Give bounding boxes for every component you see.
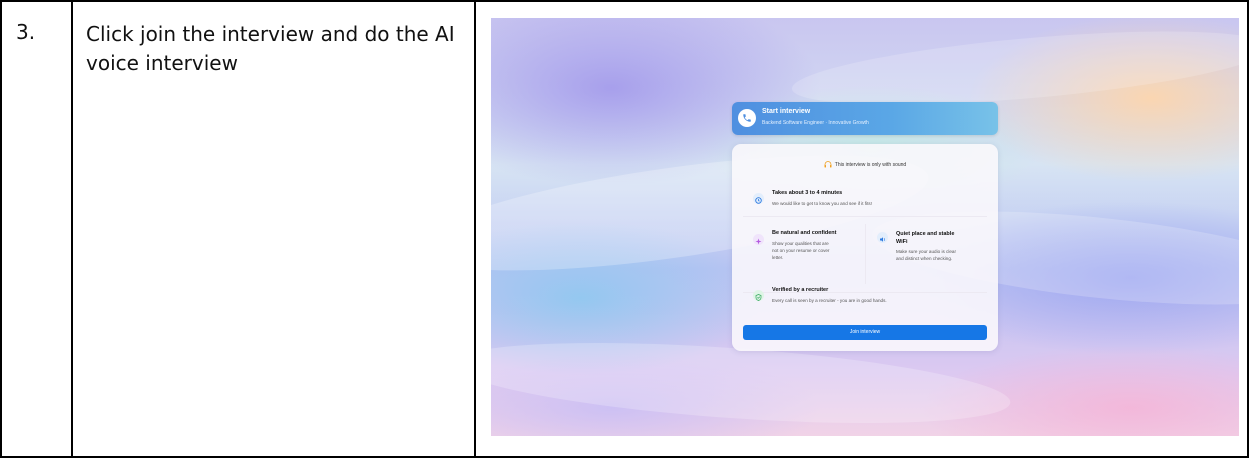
quiet-title-line: WiFi bbox=[896, 239, 908, 245]
start-interview-header: Start interview Backend Software Enginee… bbox=[732, 102, 998, 135]
speaker-icon bbox=[877, 232, 888, 243]
interview-info-card: This interview is only with sound Takes … bbox=[732, 144, 998, 351]
clock-icon bbox=[753, 193, 764, 204]
sound-note: This interview is only with sound bbox=[732, 161, 998, 168]
header-subtitle: Backend Software Engineer · Innovative G… bbox=[762, 120, 869, 126]
natural-title: Be natural and confident bbox=[772, 230, 837, 236]
header-title: Start interview bbox=[762, 108, 811, 115]
column-divider-1 bbox=[71, 0, 73, 458]
natural-text-line: Show your qualities that are bbox=[772, 241, 829, 246]
quiet-title: Quiet place and stable WiFi bbox=[896, 230, 954, 246]
step-number: 3. bbox=[16, 20, 36, 44]
table-border-left bbox=[0, 0, 2, 458]
phone-icon bbox=[738, 109, 756, 127]
verified-title: Verified by a recruiter bbox=[772, 287, 829, 293]
quiet-text: Make sure your audio is clear and distin… bbox=[896, 248, 956, 262]
quiet-text-line: and distinct when checking. bbox=[896, 256, 953, 261]
interview-screenshot: Start interview Backend Software Enginee… bbox=[491, 18, 1239, 436]
quiet-title-line: Quiet place and stable bbox=[896, 231, 955, 237]
sound-note-text: This interview is only with sound bbox=[834, 161, 907, 168]
quiet-text-line: Make sure your audio is clear bbox=[896, 249, 957, 254]
natural-text: Show your qualities that are not on your… bbox=[772, 240, 829, 261]
step-instruction: Click join the interview and do the AI v… bbox=[86, 22, 455, 75]
table-border-top bbox=[0, 0, 1249, 2]
duration-title: Takes about 3 to 4 minutes bbox=[772, 190, 843, 196]
join-interview-label: Join interview bbox=[849, 329, 881, 335]
divider bbox=[743, 216, 987, 217]
column-divider-2 bbox=[474, 0, 476, 458]
headphones-icon bbox=[824, 161, 832, 168]
sparkle-icon bbox=[753, 234, 764, 245]
duration-text: We would like to get to know you and see… bbox=[772, 201, 873, 206]
divider-vertical bbox=[865, 224, 866, 284]
verified-text: Every call is seen by a recruiter - you … bbox=[772, 298, 887, 303]
natural-text-line: not on your resume or cover bbox=[772, 248, 830, 253]
natural-text-line: letter. bbox=[772, 255, 784, 260]
shield-check-icon bbox=[753, 290, 764, 301]
instruction-table: 3. Click join the interview and do the A… bbox=[0, 0, 1249, 458]
join-interview-button[interactable]: Join interview bbox=[743, 325, 987, 340]
